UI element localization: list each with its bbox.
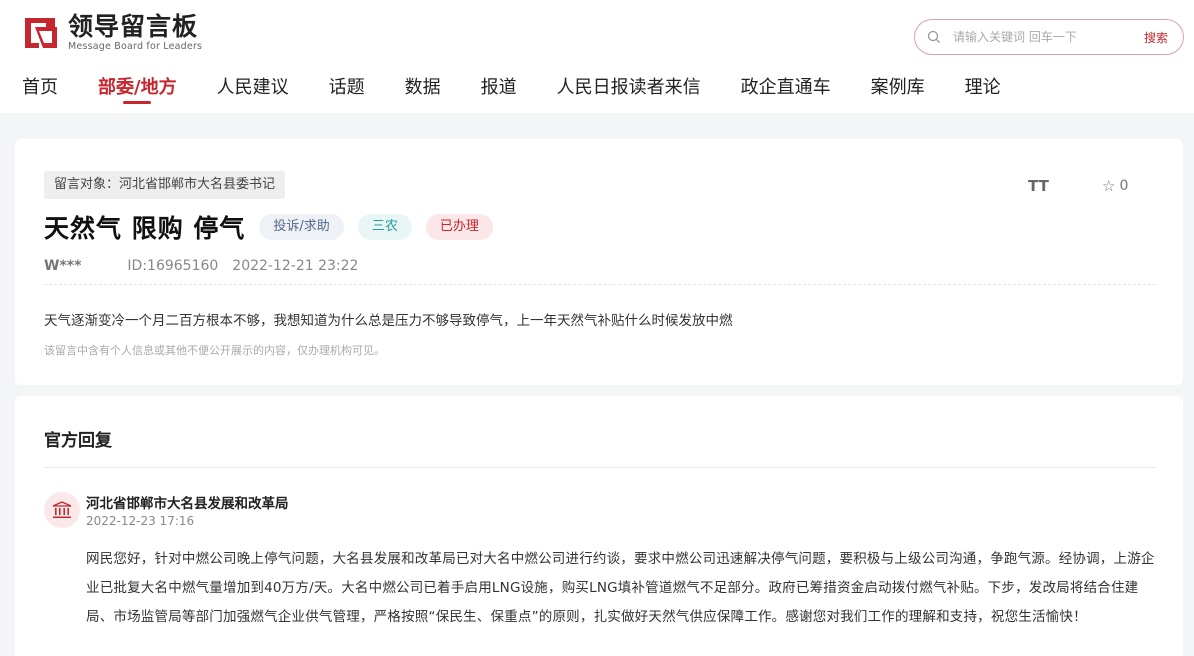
favorite-button[interactable]: ☆ 0 [1102, 177, 1128, 195]
divider [44, 467, 1156, 468]
message-content: 天气逐渐变冷一个月二百方根本不够，我想知道为什么总是压力不够导致停气，上一年天然… [44, 313, 733, 329]
nav-item[interactable]: 人民建议 [217, 75, 289, 105]
author-name: W*** [44, 258, 82, 274]
search-box: 搜索 [914, 19, 1184, 55]
reply-card: 官方回复 河北省邯郸市大名县发展和改革局 2022-12-23 17:16 网民… [15, 396, 1183, 656]
top-header: 领导留言板 Message Board for Leaders 搜索 首页 部委/… [0, 0, 1194, 113]
nav-item[interactable]: 话题 [329, 75, 365, 105]
message-title: 天然气 限购 停气 [44, 214, 246, 243]
nav-item[interactable]: 案例库 [871, 75, 925, 105]
category-badge: 三农 [357, 214, 412, 240]
logo-icon [22, 14, 60, 52]
logo-subtitle: Message Board for Leaders [68, 41, 203, 52]
nav-item[interactable]: 报道 [481, 75, 517, 105]
search-input[interactable] [953, 30, 1123, 44]
reply-heading: 官方回复 [44, 431, 112, 451]
reply-body: 网民您好，针对中燃公司晚上停气问题，大名县发展和改革局已对大名中燃公司进行约谈，… [86, 551, 1155, 625]
star-icon: ☆ [1102, 177, 1116, 195]
logo-title: 领导留言板 [68, 12, 199, 41]
reply-datetime: 2022-12-23 17:16 [86, 514, 195, 528]
site-logo[interactable]: 领导留言板 Message Board for Leaders [22, 13, 202, 52]
favorite-count: 0 [1119, 178, 1129, 194]
nav-item[interactable]: 人民日报读者来信 [557, 75, 701, 105]
font-size-icon[interactable]: TT [1028, 177, 1049, 195]
status-badge: 已办理 [425, 214, 493, 240]
reply-org-name: 河北省邯郸市大名县发展和改革局 [86, 496, 289, 512]
message-datetime: 2022-12-21 23:22 [232, 258, 359, 274]
title-row: 天然气 限购 停气 投诉/求助 三农 已办理 [44, 209, 493, 245]
main-nav: 首页 部委/地方 人民建议 话题 数据 报道 人民日报读者来信 政企直通车 案例库 理论 [22, 75, 1041, 105]
nav-item[interactable]: 理论 [965, 75, 1001, 105]
search-button[interactable]: 搜索 [1144, 29, 1168, 46]
search-icon [927, 30, 940, 43]
nav-item[interactable]: 首页 [22, 75, 58, 105]
message-meta: W*** ID:16965160 2022-12-21 23:22 [44, 258, 358, 274]
logo-text: 领导留言板 Message Board for Leaders [68, 12, 203, 53]
message-target: 留言对象：河北省邯郸市大名县委书记 [44, 171, 286, 199]
privacy-note: 该留言中含有个人信息或其他不便公开展示的内容，仅办理机构可见。 [44, 344, 385, 357]
nav-item[interactable]: 部委/地方 [98, 75, 177, 105]
type-badge: 投诉/求助 [259, 214, 344, 240]
message-card: 留言对象：河北省邯郸市大名县委书记 TT ☆ 0 天然气 限购 停气 投诉/求助… [15, 139, 1183, 385]
nav-item[interactable]: 数据 [405, 75, 441, 105]
nav-item[interactable]: 政企直通车 [741, 75, 831, 105]
government-building-icon [44, 492, 80, 528]
message-id: ID:16965160 [127, 258, 219, 274]
divider [44, 284, 1156, 285]
